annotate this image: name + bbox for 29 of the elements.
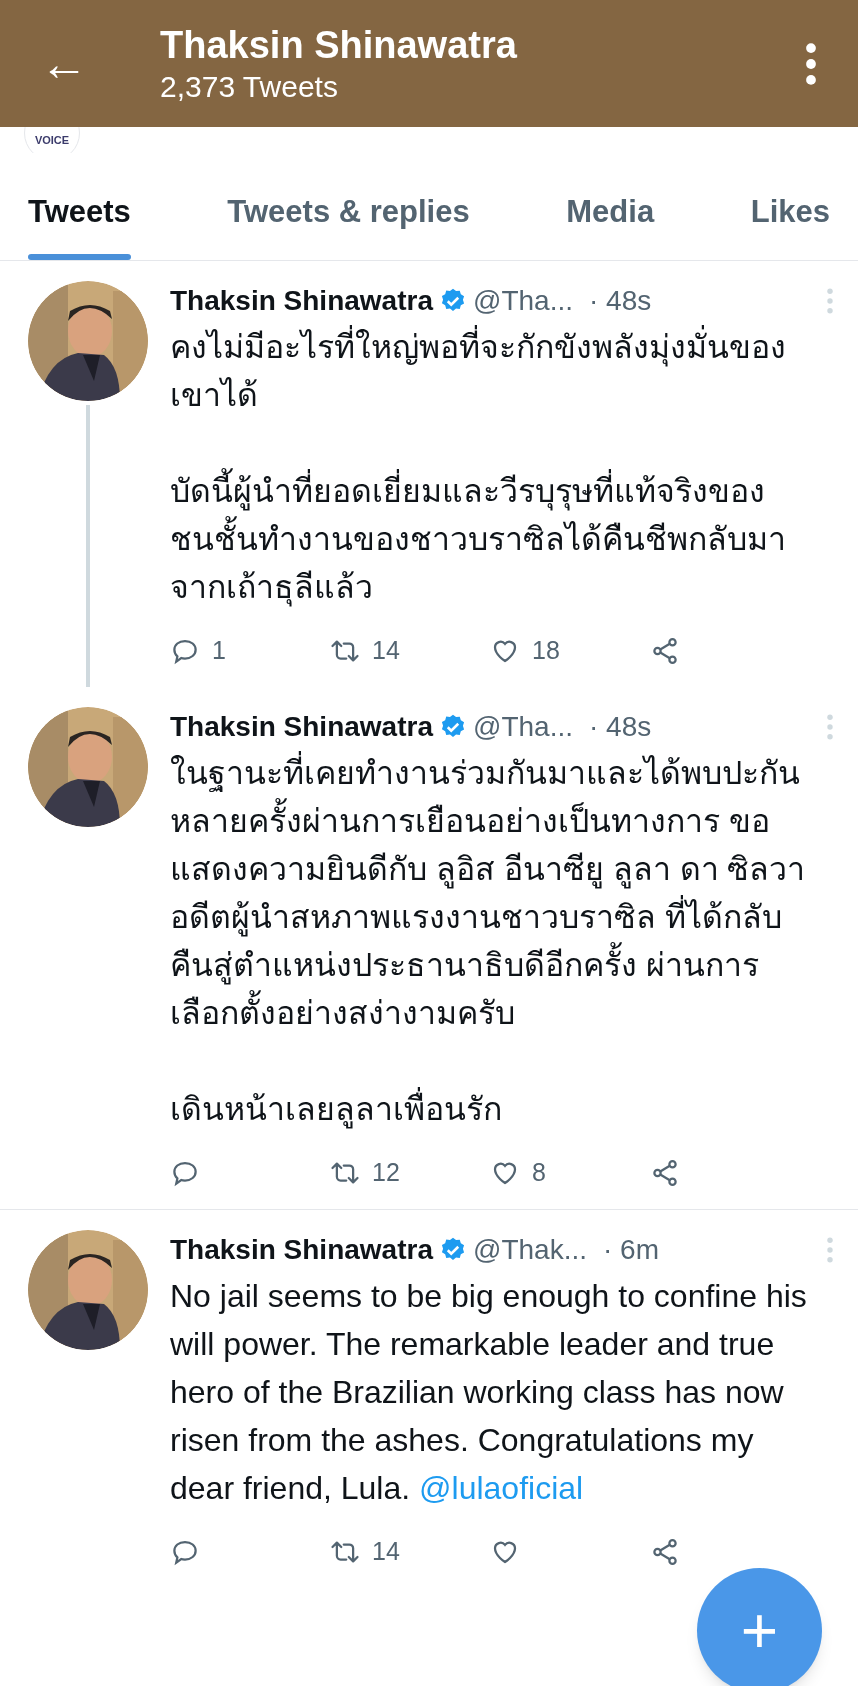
author-handle: @Thak...: [472, 1232, 587, 1267]
like-count: 8: [532, 1156, 546, 1188]
retweet-count: 12: [372, 1156, 400, 1188]
more-icon[interactable]: [804, 41, 818, 86]
profile-tab[interactable]: Media: [566, 175, 655, 260]
author-name[interactable]: Thaksin Shinawatra: [170, 1229, 433, 1270]
author-name[interactable]: Thaksin Shinawatra: [170, 280, 433, 321]
profile-tab[interactable]: Tweets & replies: [227, 175, 470, 260]
profile-tab[interactable]: Tweets: [28, 175, 131, 260]
like-count: 18: [532, 634, 560, 666]
back-button[interactable]: ←: [40, 39, 160, 88]
tweet-text: คงไม่มีอะไรที่ใหญ่พอที่จะกักขังพลังมุ่งมั่นของเขาได้ บัดนี้ผู้นำที่ยอดเยี่ยมและวีรบุรุษที่แท้จริงของชนชั้นทำงานของชาวบราซิลได้คืนชีพกลับมาจากเถ้าธุลีแล้ว: [170, 322, 834, 611]
share-icon[interactable]: [650, 1157, 680, 1188]
tweet-count: 2,373 Tweets: [160, 68, 339, 105]
tweet-time: · 48s: [589, 709, 652, 744]
reply-count: 1: [212, 634, 226, 666]
author-handle: @Tha...: [472, 283, 573, 318]
retweet-count: 14: [372, 1535, 400, 1567]
tweet-time: · 48s: [589, 283, 652, 318]
tweet-time: · 6m: [603, 1232, 659, 1267]
share-icon[interactable]: [650, 635, 680, 666]
retweet-count: 14: [372, 634, 400, 666]
tweet-text: No jail seems to be big enough to confine his will power. The remarkable leader and true hero of the Brazilian working class has now risen from the ashes. Congratulations my dear friend, Lula. @lulaoficial: [170, 1276, 808, 1508]
profile-title: Thaksin Shinawatra: [160, 22, 518, 68]
tweet-text: ในฐานะที่เคยทำงานร่วมกันมาและได้พบปะกันหลายครั้งผ่านการเยือนอย่างเป็นทางการ ขอแสดงความยินดีกับ ลูอิส อีนาซียู ลูลา ดา ซิลวา อดีตผู้นำสหภาพแรงงานชาวบราซิล ที่ได้กลับคืนสู่ตำแหน่งประธานาธิบดีอีกครั้ง ผ่านการเลือกตั้งอย่างสง่างามครับ เดินหน้าเลยลูลาเพื่อนรัก: [170, 748, 834, 1133]
author-handle: @Tha...: [472, 709, 573, 744]
share-icon[interactable]: [650, 1536, 680, 1567]
profile-tab[interactable]: Likes: [750, 175, 830, 260]
author-name[interactable]: Thaksin Shinawatra: [170, 706, 433, 747]
